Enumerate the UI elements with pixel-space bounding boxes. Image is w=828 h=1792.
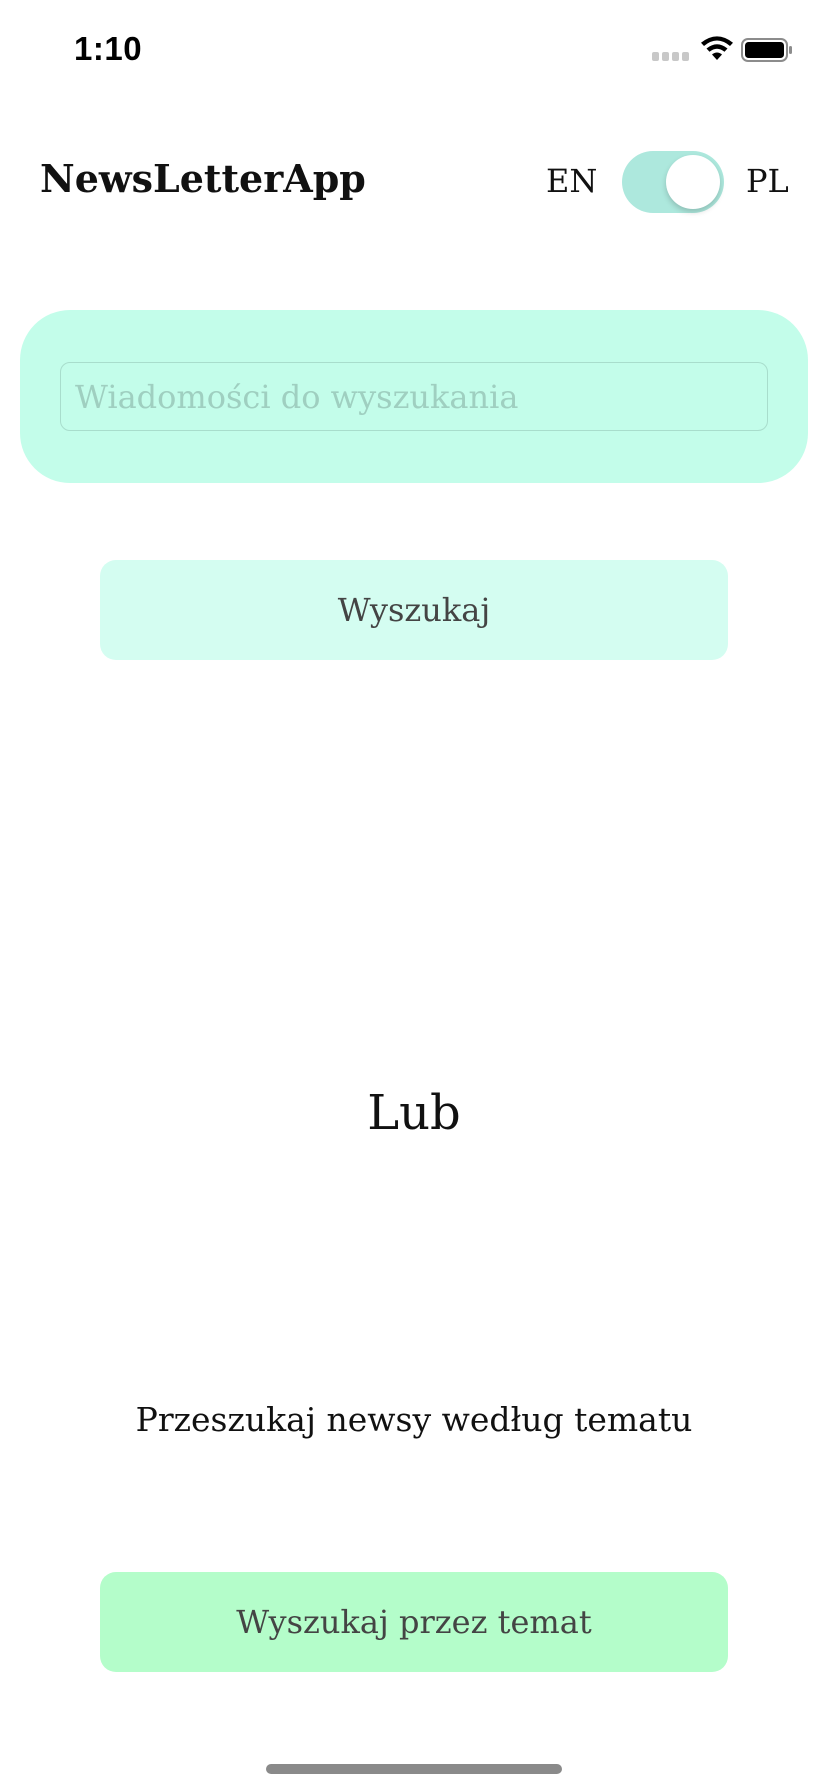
search-button[interactable]: Wyszukaj [100, 560, 728, 660]
cellular-signal-icon [652, 52, 692, 62]
search-card [20, 310, 808, 483]
wifi-icon [701, 36, 733, 60]
status-time: 1:10 [74, 30, 143, 67]
search-by-topic-button[interactable]: Wyszukaj przez temat [100, 1572, 728, 1672]
news-search-input[interactable] [60, 362, 768, 431]
toggle-knob [666, 155, 720, 209]
app-title: NewsLetterApp [40, 156, 366, 201]
battery-icon [741, 38, 792, 62]
language-label-pl: PL [746, 162, 789, 200]
topic-search-label: Przeszukaj newsy według tematu [135, 1400, 693, 1439]
or-divider-label: Lub [367, 1085, 461, 1141]
home-indicator[interactable] [266, 1764, 562, 1774]
language-label-en: EN [546, 162, 598, 200]
language-toggle[interactable] [622, 151, 724, 213]
status-bar: 1:10 [0, 0, 828, 100]
